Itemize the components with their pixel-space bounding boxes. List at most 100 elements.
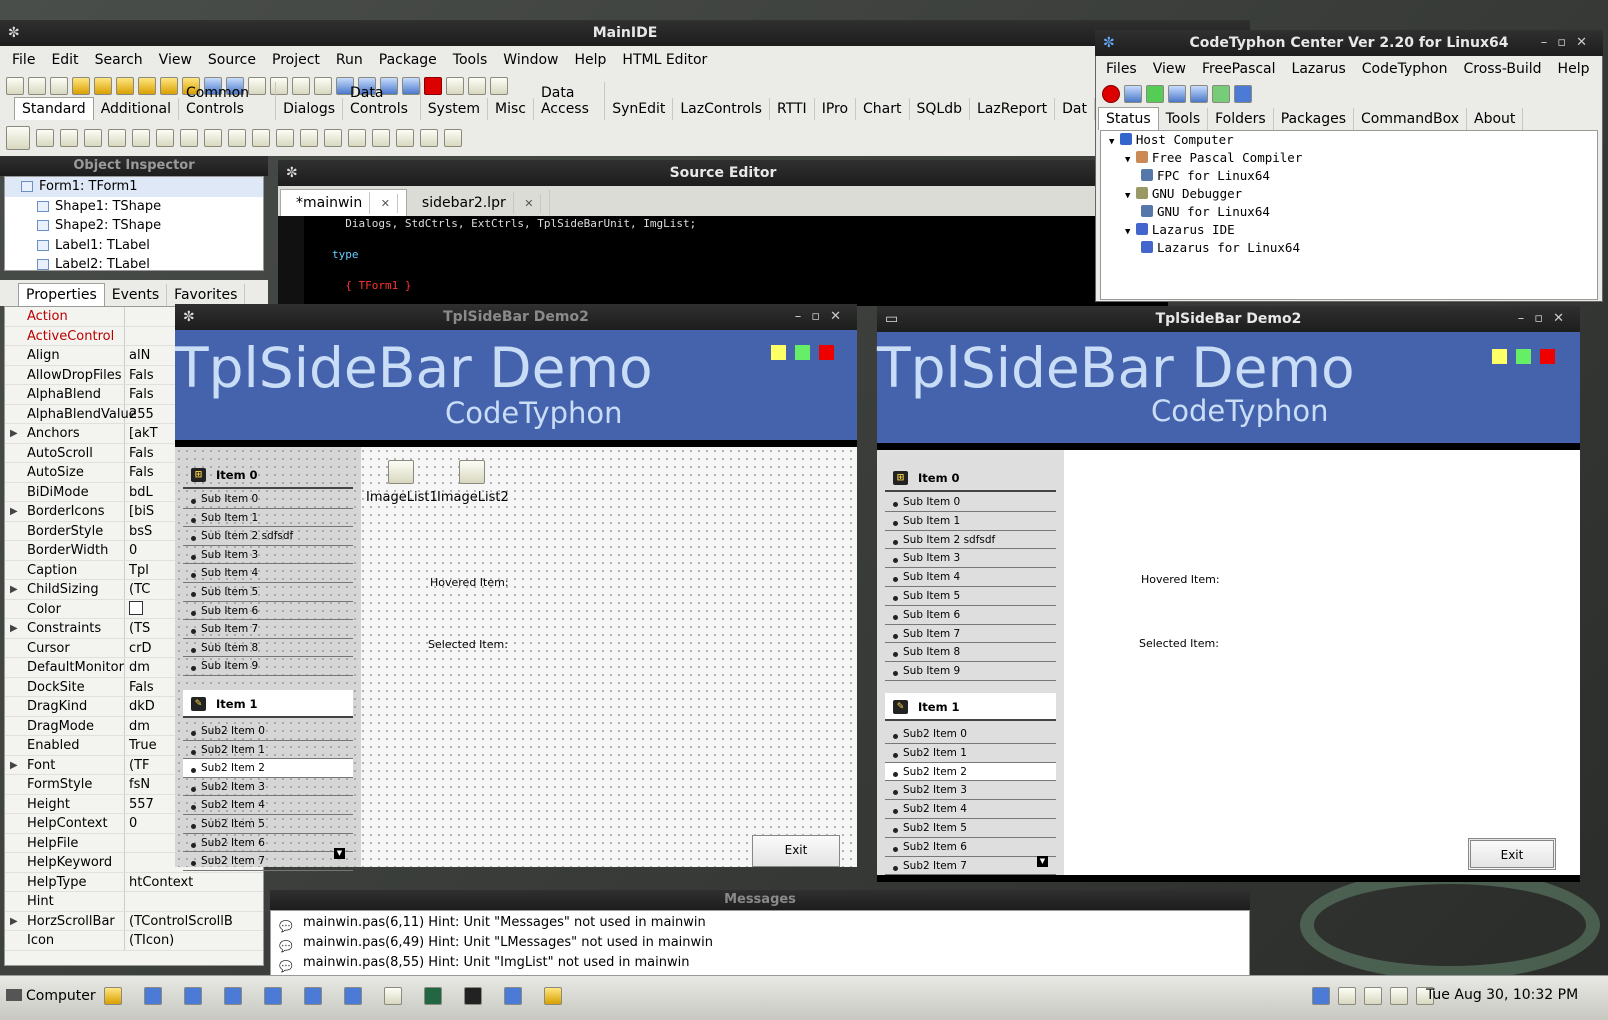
menu-item[interactable]: Help	[1550, 61, 1598, 77]
window-controls[interactable]: –▫✕	[795, 304, 851, 330]
palette-tab[interactable]: RTTI	[770, 98, 815, 120]
tree-node[interactable]: Label2: TLabel	[5, 255, 263, 270]
palette-tab[interactable]: LazControls	[673, 98, 770, 120]
terminal-icon[interactable]	[464, 987, 482, 1005]
taskbar-app-icon[interactable]	[344, 987, 362, 1005]
step-over-icon[interactable]	[468, 77, 486, 95]
listbox-component-icon[interactable]	[252, 129, 270, 147]
sidebar-subitem[interactable]: Sub Item 8	[183, 639, 353, 658]
property-value[interactable]: Fals	[125, 366, 154, 385]
sidebar-subitem[interactable]: Sub2 Item 1	[183, 741, 353, 760]
expand-arrow-icon[interactable]: ▼	[1125, 227, 1136, 237]
property-value[interactable]	[125, 892, 129, 911]
center-tab[interactable]: Packages	[1274, 108, 1355, 130]
window-controls[interactable]: –▫✕	[1541, 30, 1597, 56]
combobox-component-icon[interactable]	[276, 129, 294, 147]
palette-tab[interactable]: LazReport	[970, 98, 1056, 120]
checkbox-component-icon[interactable]	[204, 129, 222, 147]
sidebar-group-item0[interactable]: ⊞ Item 0	[885, 464, 1056, 492]
menu-item[interactable]: Project	[264, 52, 328, 68]
sidebar-group-item0[interactable]: ⊞ Item 0	[183, 461, 353, 489]
menu-item[interactable]: Cross-Build	[1455, 61, 1549, 77]
tray-icon[interactable]	[1312, 987, 1330, 1005]
palette-tab[interactable]: Standard	[14, 97, 94, 120]
new-unit-icon[interactable]	[50, 77, 68, 95]
scroll-down-icon[interactable]: ▼	[1037, 856, 1048, 867]
sidebar-subitem[interactable]: Sub Item 1	[885, 512, 1056, 531]
notes-icon[interactable]	[104, 987, 122, 1005]
sidebar-subitem[interactable]: Sub2 Item 5	[183, 815, 353, 834]
sidebar-group-item1[interactable]: ✎ Item 1	[183, 690, 353, 718]
new-form-icon[interactable]	[28, 77, 46, 95]
property-row[interactable]: Hint	[5, 892, 263, 912]
property-value[interactable]: (TC	[125, 580, 150, 599]
message-row[interactable]: 💬 mainwin.pas(6,11) Hint: Unit "Messages"…	[271, 913, 1249, 933]
property-value[interactable]: dkD	[125, 697, 155, 716]
menu-item[interactable]: View	[151, 52, 200, 68]
menu-item[interactable]: CodeTyphon	[1354, 61, 1456, 77]
editor-tab[interactable]: *mainwin ✕	[280, 189, 407, 216]
refresh-icon[interactable]	[1146, 85, 1164, 103]
property-value[interactable]: (TIcon)	[125, 931, 174, 950]
edit-component-icon[interactable]	[132, 129, 150, 147]
export-icon[interactable]	[1212, 85, 1230, 103]
expand-arrow-icon[interactable]: ▶	[10, 580, 18, 599]
tree-node[interactable]: Shape1: TShape	[5, 197, 263, 217]
palette-tab[interactable]: Dat	[1055, 98, 1095, 120]
sidebar-subitem[interactable]: Sub Item 3	[885, 549, 1056, 569]
inspector-tab[interactable]: Favorites	[167, 284, 246, 306]
imagelist1-component[interactable]: ImageList1	[366, 460, 438, 505]
center-tab[interactable]: Folders	[1208, 108, 1274, 130]
sidebar-subitem[interactable]: Sub Item 4	[183, 564, 353, 583]
palette-tab[interactable]: System	[421, 98, 488, 120]
host-tree-node[interactable]: Lazarus for Linux64	[1101, 239, 1597, 257]
sidebar-subitem[interactable]: Sub2 Item 4	[183, 796, 353, 815]
exit-button[interactable]: Exit	[1468, 838, 1556, 870]
network-icon[interactable]	[1338, 987, 1356, 1005]
sidebar-subitem[interactable]: Sub Item 9	[183, 657, 353, 676]
radiogroup-component-icon[interactable]	[348, 129, 366, 147]
messages-titlebar[interactable]: Messages	[270, 890, 1250, 910]
sidebar-subitem[interactable]: Sub Item 6	[183, 602, 353, 621]
property-value[interactable]: alN	[125, 346, 150, 365]
scrollbar-component-icon[interactable]	[300, 129, 318, 147]
property-value[interactable]	[125, 307, 129, 326]
menu-item[interactable]: View	[1145, 61, 1194, 77]
sidebar-subitem[interactable]: Sub2 Item 5	[885, 819, 1056, 838]
expand-arrow-icon[interactable]: ▶	[10, 619, 18, 638]
new-file-icon[interactable]	[6, 77, 24, 95]
property-value[interactable]: Tpl	[125, 561, 149, 580]
taskbar-app-icon[interactable]	[144, 987, 162, 1005]
lazarus-small-icon[interactable]	[1234, 85, 1252, 103]
selection-arrow-icon[interactable]	[6, 126, 30, 150]
sidebar-subitem[interactable]: Sub2 Item 2	[885, 762, 1056, 782]
sidebar-subitem[interactable]: Sub Item 8	[885, 643, 1056, 663]
taskbar-app-icon[interactable]	[264, 987, 282, 1005]
computer-menu[interactable]: Computer	[6, 988, 96, 1004]
taskbar-app-icon[interactable]	[184, 987, 202, 1005]
property-value[interactable]: 0	[125, 814, 137, 833]
sidebar-subitem[interactable]: Sub2 Item 3	[885, 781, 1056, 801]
sidebar-subitem[interactable]: Sub2 Item 4	[885, 800, 1056, 819]
host-tree-node[interactable]: ▼ Lazarus IDE	[1101, 221, 1597, 239]
sidebar-subitem[interactable]: Sub Item 2 sdfsdf	[183, 527, 353, 546]
memo-component-icon[interactable]	[156, 129, 174, 147]
step-into-icon[interactable]	[446, 77, 464, 95]
taskbar-app-icon[interactable]	[544, 987, 562, 1005]
mainide-titlebar[interactable]: ✼ MainIDE	[0, 20, 1250, 46]
expand-arrow-icon[interactable]: ▶	[10, 756, 18, 775]
label-component-icon[interactable]	[108, 129, 126, 147]
property-value[interactable]: fsN	[125, 775, 150, 794]
palette-tab[interactable]: Additional	[94, 98, 179, 120]
menu-item[interactable]: File	[4, 52, 43, 68]
host-tree-node[interactable]: ▼ GNU Debugger	[1101, 185, 1597, 203]
sidebar-subitem[interactable]: Sub2 Item 0	[183, 722, 353, 741]
property-value[interactable]: dm	[125, 658, 150, 677]
property-row[interactable]: ▶ HorzScrollBar (TControlScrollB	[5, 911, 263, 931]
property-value[interactable]: True	[125, 736, 157, 755]
center-tab[interactable]: CommandBox	[1354, 108, 1467, 130]
volume-icon[interactable]	[1364, 987, 1382, 1005]
host-tree-node[interactable]: GNU for Linux64	[1101, 203, 1597, 221]
radiobutton-component-icon[interactable]	[228, 129, 246, 147]
paste-icon[interactable]	[1190, 85, 1208, 103]
